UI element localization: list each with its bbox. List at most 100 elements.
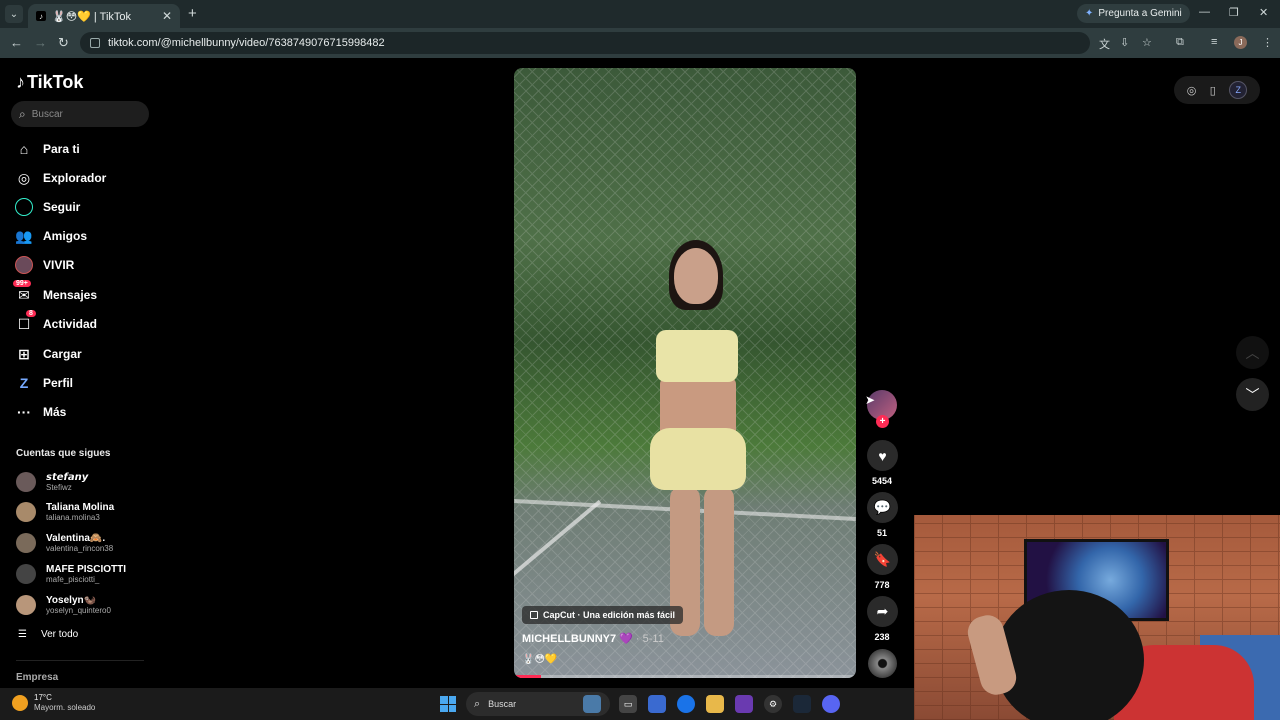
url-text: tiktok.com/@michellbunny/video/763874907…	[108, 37, 385, 49]
tiktok-note-icon: ♪	[16, 72, 25, 92]
share-button[interactable]: ➦	[867, 596, 898, 627]
see-all-button[interactable]: ☰ Ver todo	[18, 629, 78, 640]
company-link[interactable]: Empresa	[16, 672, 58, 683]
nav-label: Mensajes	[43, 288, 98, 302]
device-icon[interactable]: ▯	[1210, 84, 1216, 97]
nav-label: Para ti	[43, 142, 80, 156]
comment-icon: 💬	[873, 499, 892, 515]
account-handle: Stefiwz	[46, 482, 72, 492]
nav-label: Más	[43, 405, 67, 419]
bookmark-star-icon[interactable]: ☆	[1142, 36, 1152, 49]
nav-item-explorador[interactable]: ◎ Explorador	[15, 167, 106, 189]
comment-button[interactable]: 💬	[867, 492, 898, 523]
nav-item-perfil[interactable]: Z Perfil	[15, 372, 73, 394]
followed-account[interactable]: Valentina🙈. valentina_rincon38	[16, 530, 113, 556]
follow-plus-icon[interactable]: +	[876, 415, 889, 428]
more-icon: ···	[17, 404, 31, 420]
nav-item-seguir[interactable]: Seguir	[15, 196, 80, 218]
account-handle: mafe_pisciotti_	[46, 574, 100, 584]
taskbar-search-label: Buscar	[488, 699, 517, 709]
capcut-tag[interactable]: CapCut · Una edición más fácil	[522, 606, 684, 624]
site-info-icon[interactable]	[90, 38, 100, 48]
nav-label: Actividad	[43, 317, 98, 331]
extensions-icon[interactable]: ⧉	[1176, 36, 1184, 49]
music-disc-icon[interactable]	[868, 649, 897, 678]
tab-search-icon[interactable]: ⌄	[5, 5, 23, 23]
file-explorer-icon[interactable]	[706, 695, 724, 713]
browser-tab[interactable]: ♪ 🐰😳💛 | TikTok ✕	[28, 4, 180, 28]
account-name: MAFE PISCIOTTI	[46, 563, 126, 575]
save-button[interactable]: 🔖	[867, 544, 898, 575]
nav-item-cargar[interactable]: ⊞ Cargar	[15, 343, 82, 365]
friends-icon: 👥	[15, 227, 33, 244]
save-count: 778	[874, 580, 890, 590]
profile-avatar-small[interactable]: Z	[1229, 81, 1248, 99]
video-subject	[704, 486, 734, 636]
windows-taskbar: 17°C Mayorm. soleado ⌕ Buscar ▭ ⚙	[0, 688, 914, 720]
nav-item-mas[interactable]: ··· Más	[15, 401, 66, 423]
video-player[interactable]: CapCut · Una edición más fácil MICHELLBU…	[514, 68, 856, 678]
next-video-button[interactable]: ﹀	[1236, 378, 1269, 411]
search-input[interactable]: ⌕ Buscar	[11, 101, 149, 127]
forward-icon[interactable]: →	[34, 35, 47, 50]
tab-title: 🐰😳💛 | TikTok	[52, 10, 132, 23]
followed-account[interactable]: 𝙨𝙩𝙚𝙛𝙖𝙣𝙮 Stefiwz	[16, 469, 88, 495]
reading-list-icon[interactable]: ≡	[1211, 36, 1217, 48]
taskbar-app-icon[interactable]	[583, 695, 601, 713]
new-tab-button[interactable]: +	[188, 5, 197, 22]
video-author[interactable]: MICHELLBUNNY7 💜 · 5-11	[522, 632, 664, 645]
nav-label: Explorador	[43, 171, 107, 185]
back-icon[interactable]: ←	[10, 35, 23, 50]
nav-item-para-ti[interactable]: ⌂ Para ti	[15, 138, 80, 160]
avatar	[16, 564, 36, 584]
messages-icon: ✉ 99+	[13, 280, 33, 304]
account-handle: valentina_rincon38	[46, 543, 114, 553]
messages-badge: 99+	[13, 280, 31, 287]
gemini-button[interactable]: ✦ Pregunta a Gemini	[1077, 4, 1190, 23]
copilot-icon[interactable]	[648, 695, 666, 713]
translate-icon[interactable]: 文	[1099, 36, 1110, 52]
task-view-icon[interactable]: ▭	[619, 695, 637, 713]
nav-label: Amigos	[43, 229, 88, 243]
nav-item-mensajes[interactable]: ✉ 99+ Mensajes	[13, 280, 98, 306]
like-count: 5454	[871, 476, 893, 486]
video-progress-fill	[514, 675, 542, 678]
heart-icon: ♥	[878, 447, 887, 464]
profile-avatar[interactable]: J	[1234, 36, 1247, 49]
weather-desc: Mayorm. soleado	[34, 703, 96, 712]
menu-kebab-icon[interactable]: ⋮	[1262, 36, 1273, 49]
steam-icon[interactable]	[793, 695, 811, 713]
discord-icon[interactable]	[822, 695, 840, 713]
install-app-icon[interactable]: ⇩	[1120, 36, 1129, 49]
account-handle: taliana.molina3	[46, 512, 100, 522]
search-placeholder: Buscar	[31, 108, 63, 120]
settings-gear-icon[interactable]: ⚙	[764, 695, 782, 713]
gemini-sparkle-icon: ✦	[1085, 8, 1094, 19]
avatar	[16, 502, 36, 522]
followed-account[interactable]: MAFE PISCIOTTI mafe_pisciotti_	[16, 561, 126, 587]
close-tab-icon[interactable]: ✕	[162, 9, 172, 23]
obs-icon[interactable]	[735, 695, 753, 713]
divider	[16, 660, 144, 661]
weather-widget[interactable]: 17°C Mayorm. soleado	[12, 693, 95, 713]
minimize-icon[interactable]: —	[1199, 6, 1210, 18]
followed-account[interactable]: Taliana Molina taliana.molina3	[16, 499, 114, 525]
home-icon: ⌂	[19, 141, 29, 157]
nav-item-vivir[interactable]: VIVIR	[15, 254, 74, 276]
chrome-icon[interactable]	[677, 695, 695, 713]
nav-item-actividad[interactable]: ☐ 8 Actividad	[15, 310, 98, 335]
address-bar[interactable]: tiktok.com/@michellbunny/video/763874907…	[80, 32, 1090, 54]
video-progress-bar[interactable]	[514, 675, 856, 678]
windows-start-icon[interactable]	[440, 696, 456, 712]
restore-icon[interactable]: ❐	[1229, 6, 1239, 19]
followed-account[interactable]: Yoselyn🦦 yoselyn_quintero0	[16, 592, 111, 618]
capcut-label: CapCut · Una edición más fácil	[543, 610, 676, 620]
bookmark-icon: 🔖	[873, 551, 892, 567]
reload-icon[interactable]: ↻	[58, 35, 69, 51]
like-button[interactable]: ♥	[867, 440, 898, 471]
close-window-icon[interactable]: ✕	[1259, 6, 1268, 19]
nav-item-amigos[interactable]: 👥 Amigos	[15, 225, 87, 247]
compass-small-icon[interactable]: ◎	[1187, 84, 1197, 97]
tiktok-logo[interactable]: ♪ TikTok	[16, 72, 83, 93]
previous-video-button[interactable]: ︿	[1236, 336, 1269, 369]
